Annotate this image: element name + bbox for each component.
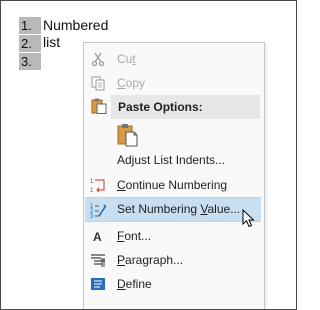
menu-item-cut[interactable]: Cut (84, 47, 264, 71)
svg-text:3: 3 (90, 214, 94, 218)
define-icon (90, 276, 106, 292)
menu-item-label: Copy (117, 76, 146, 90)
menu-item-label: Set Numbering Value... (117, 202, 241, 216)
document-canvas: 1. Numbered list 2. 3. Cut Copy Paste Op… (0, 0, 297, 310)
menu-item-font[interactable]: A Font... (84, 224, 264, 248)
menu-item-continue-numbering[interactable]: 1 1 Continue Numbering (84, 173, 264, 197)
menu-item-label: Define (117, 277, 152, 291)
list-number: 2. (19, 35, 41, 52)
menu-item-label: Font... (117, 229, 152, 243)
mouse-pointer-icon (242, 208, 258, 229)
menu-item-label: Adjust List Indents... (117, 153, 226, 167)
svg-text:1: 1 (90, 188, 94, 193)
menu-item-set-numbering-value[interactable]: 1 2 3 Set Numbering Value... (85, 197, 261, 222)
copy-icon (90, 75, 106, 91)
list-number: 1. (19, 17, 41, 34)
menu-item-adjust-list-indents[interactable]: Adjust List Indents... (84, 148, 264, 172)
menu-item-copy[interactable]: Copy (84, 71, 264, 95)
svg-text:A: A (93, 230, 102, 244)
set-numbering-value-icon: 1 2 3 (90, 202, 107, 220)
menu-item-label: Paragraph... (117, 253, 184, 267)
menu-item-paragraph[interactable]: Paragraph... (84, 248, 264, 272)
clipboard-icon (91, 98, 107, 114)
scissors-icon (90, 51, 106, 67)
menu-item-label: Cut (117, 52, 136, 66)
menu-item-define[interactable]: Define (84, 272, 264, 296)
font-icon: A (90, 228, 106, 244)
menu-item-label: Continue Numbering (117, 178, 228, 192)
list-number: 3. (19, 53, 41, 70)
paste-options-header: Paste Options: (111, 95, 260, 119)
paste-keep-text-button[interactable] (117, 123, 139, 147)
paste-options-label: Paste Options: (118, 100, 203, 114)
paragraph-icon (90, 252, 106, 268)
context-menu: Cut Copy Paste Options: Adjust List Inde… (83, 42, 265, 309)
continue-numbering-icon: 1 1 (90, 177, 106, 194)
svg-text:1: 1 (90, 179, 94, 185)
